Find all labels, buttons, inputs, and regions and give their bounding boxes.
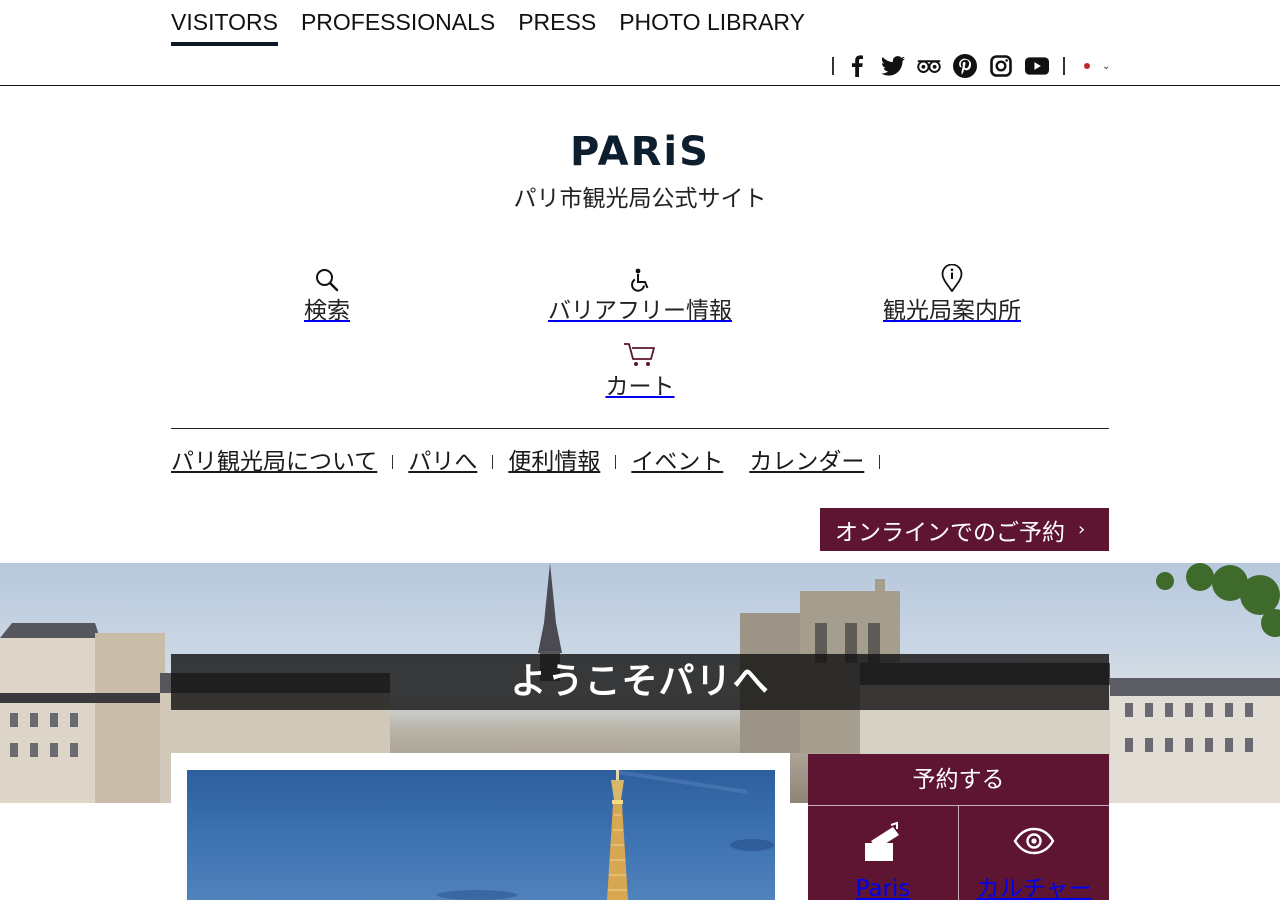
booking-panel: 予約する Paris カルチャー	[808, 754, 1109, 900]
welcome-heading: ようこそパリへ	[171, 654, 1109, 710]
info-pin-icon	[832, 262, 1072, 292]
book-online-label: オンラインでのご予約	[835, 519, 1065, 546]
eye-icon	[959, 806, 1109, 864]
ticket-icon	[808, 806, 958, 864]
divider	[492, 455, 494, 469]
search-link[interactable]: 検索	[207, 262, 447, 326]
language-selector[interactable]: ⌄	[1084, 61, 1110, 72]
social-bar: ⌄	[827, 54, 1110, 78]
nav-divider	[171, 428, 1109, 429]
main-nav: パリ観光局について パリへ 便利情報 イベント カレンダー	[171, 446, 895, 478]
booking-paris-pass[interactable]: Paris	[808, 806, 958, 900]
main-nav-info[interactable]: 便利情報	[508, 446, 600, 478]
top-nav: VISITORS PROFESSIONALS PRESS PHOTO LIBRA…	[171, 8, 828, 46]
logo-wordmark: PARiS	[570, 129, 710, 175]
youtube-icon[interactable]	[1025, 54, 1049, 78]
top-nav-professionals[interactable]: PROFESSIONALS	[301, 8, 495, 46]
tripadvisor-icon[interactable]	[917, 54, 941, 78]
booking-panel-title: 予約する	[808, 754, 1109, 806]
info-office-label: 観光局案内所	[883, 298, 1021, 324]
divider	[1063, 57, 1065, 75]
pinterest-icon[interactable]	[953, 54, 977, 78]
book-online-button[interactable]: オンラインでのご予約 ›	[820, 508, 1109, 551]
cart-link[interactable]: カート	[520, 338, 760, 402]
top-nav-press[interactable]: PRESS	[518, 8, 596, 46]
top-nav-photo-library[interactable]: PHOTO LIBRARY	[619, 8, 805, 46]
logo-tagline: パリ市観光局公式サイト	[513, 186, 767, 212]
search-label: 検索	[304, 298, 350, 324]
info-office-link[interactable]: 観光局案内所	[832, 262, 1072, 326]
wheelchair-icon	[520, 262, 760, 292]
top-nav-visitors[interactable]: VISITORS	[171, 8, 278, 46]
featured-card[interactable]	[171, 753, 790, 900]
main-nav-about[interactable]: パリ観光局について	[171, 446, 377, 478]
booking-culture[interactable]: カルチャー	[958, 806, 1109, 900]
chevron-down-icon: ⌄	[1102, 60, 1111, 72]
booking-cell-label: カルチャー	[976, 876, 1092, 900]
twitter-icon[interactable]	[881, 54, 905, 78]
divider	[879, 455, 881, 469]
booking-cell-label: Paris	[855, 876, 911, 900]
accessibility-link[interactable]: バリアフリー情報	[520, 262, 760, 326]
cart-label: カート	[605, 374, 675, 400]
main-nav-to-paris[interactable]: パリへ	[408, 446, 477, 478]
main-nav-events[interactable]: イベント	[631, 446, 723, 478]
search-icon	[207, 262, 447, 292]
divider	[615, 455, 617, 469]
cart-icon	[520, 338, 760, 368]
main-nav-calendar[interactable]: カレンダー	[749, 446, 864, 478]
header-divider	[0, 85, 1280, 86]
flag-icon	[1084, 63, 1090, 69]
accessibility-label: バリアフリー情報	[548, 298, 732, 324]
site-logo[interactable]: PARiS パリ市観光局公式サイト	[0, 128, 1280, 214]
instagram-icon[interactable]	[989, 54, 1013, 78]
chevron-right-icon: ›	[1078, 519, 1086, 540]
eiffel-tower-image	[187, 770, 775, 900]
facebook-icon[interactable]	[845, 54, 869, 78]
divider	[392, 455, 394, 469]
divider	[832, 57, 834, 75]
